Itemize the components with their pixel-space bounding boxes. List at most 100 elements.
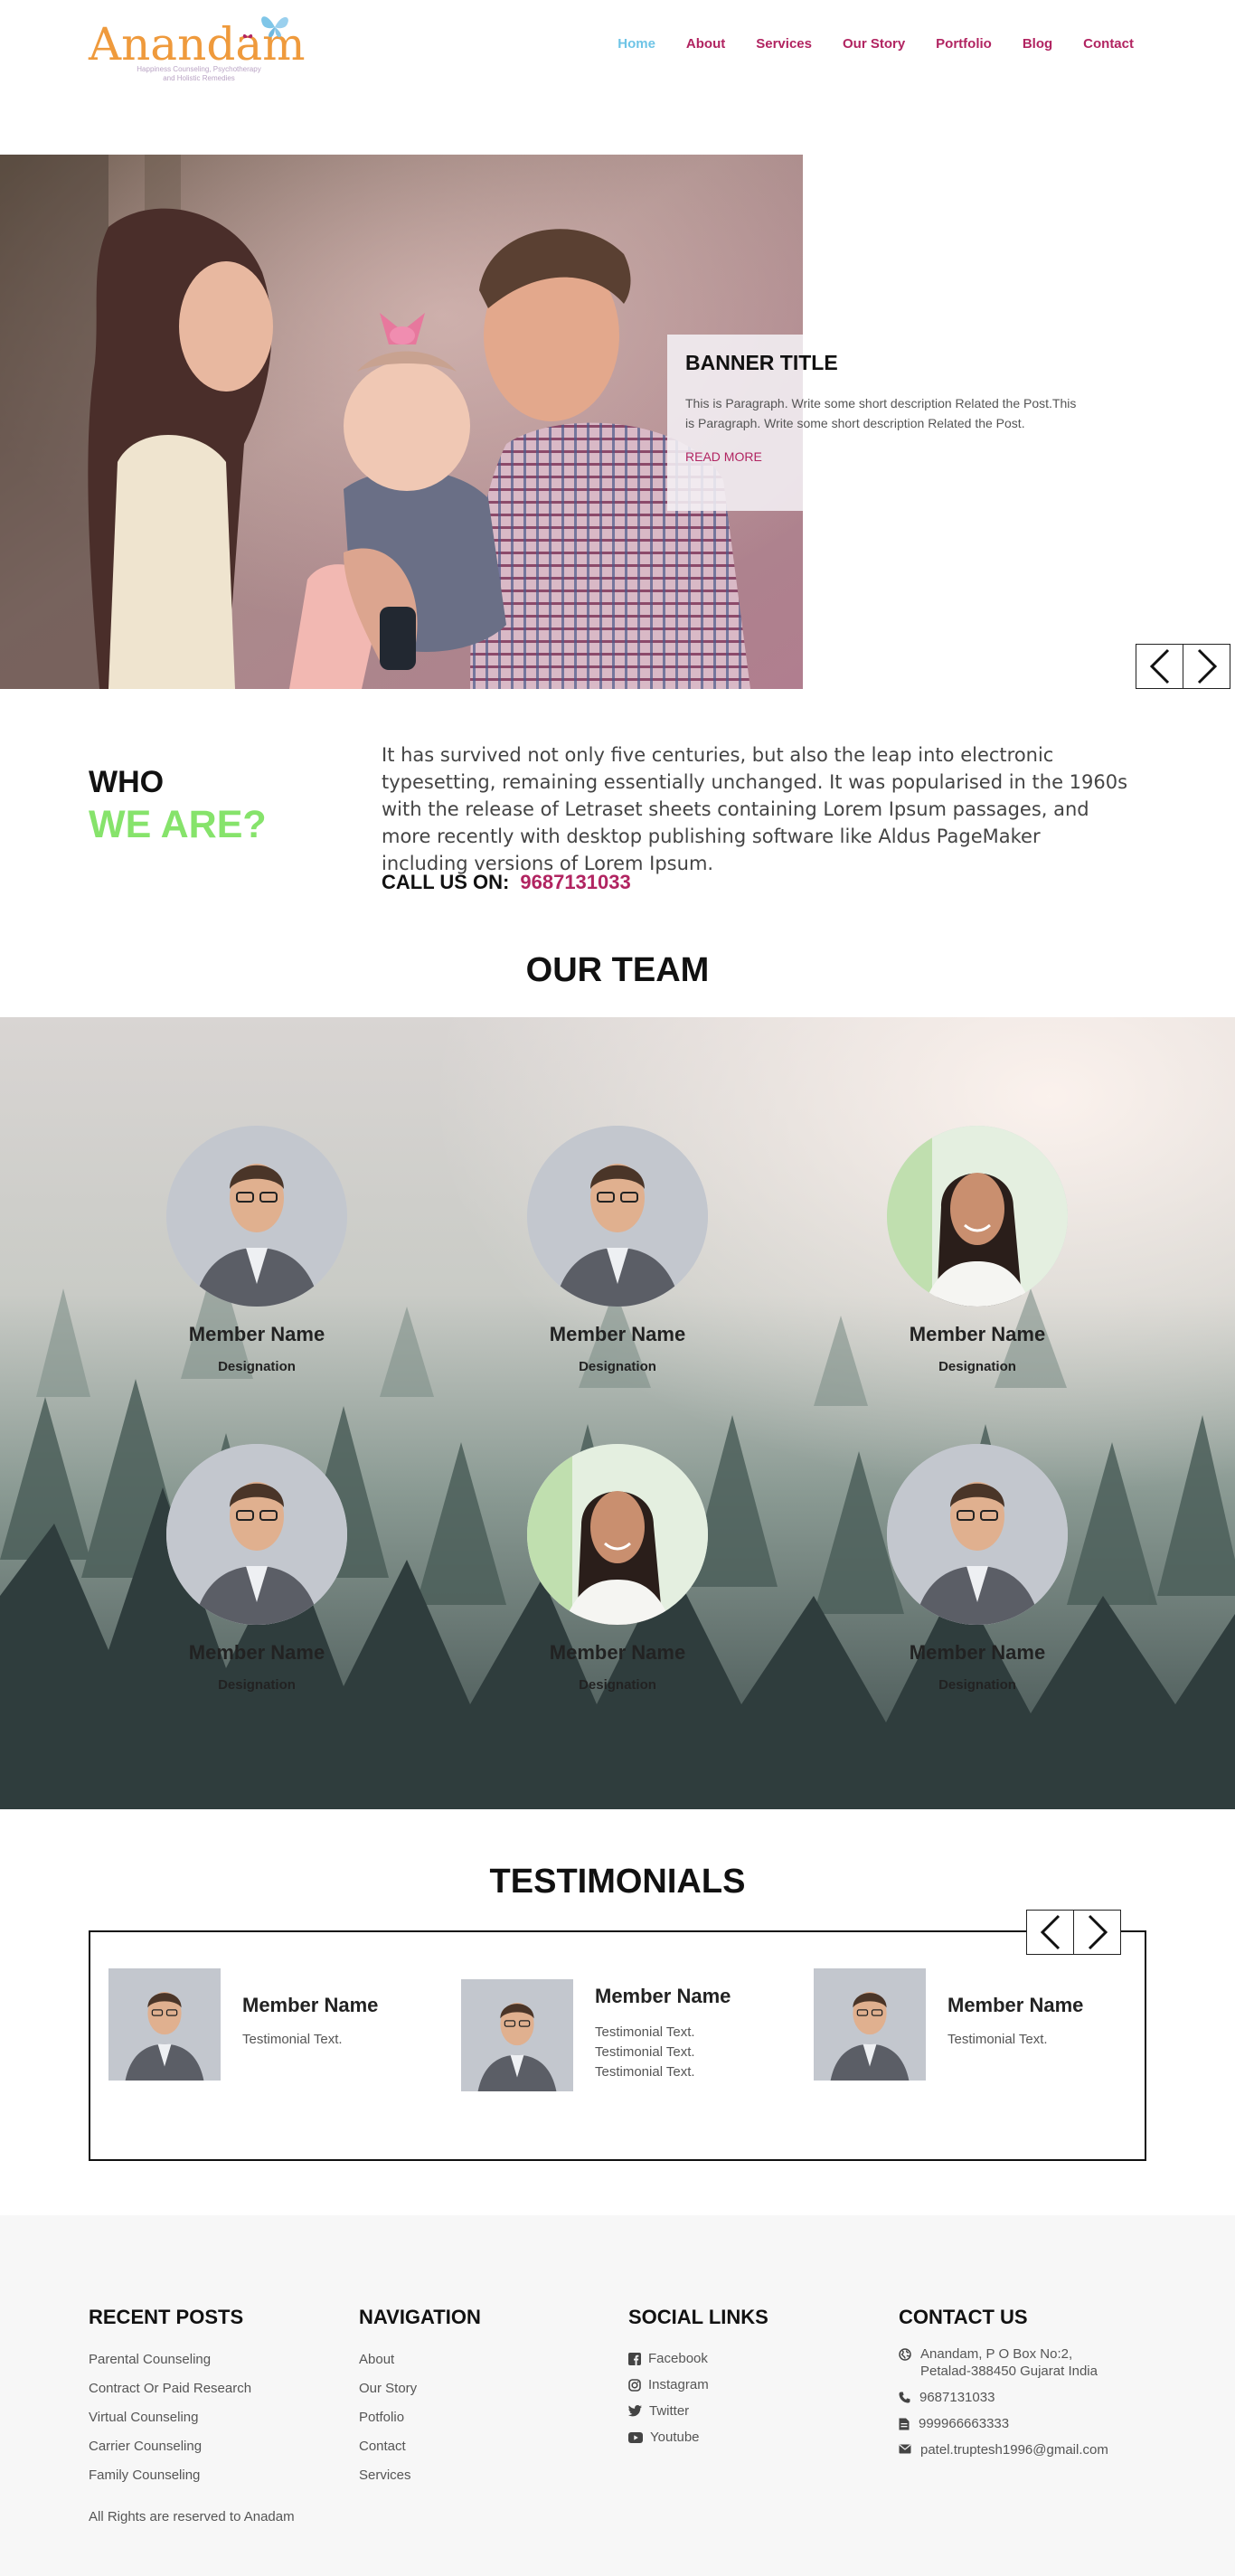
social-link-instagram[interactable]: Instagram: [628, 2372, 891, 2398]
logo-tagline-line-1: Happiness Counseling, Psychotherapy: [137, 65, 261, 73]
hero-prev-button[interactable]: [1136, 644, 1183, 689]
footer-nav-link[interactable]: About: [359, 2345, 621, 2374]
nav-blog[interactable]: Blog: [1023, 36, 1052, 52]
member-photo: [527, 1444, 708, 1625]
contact-title: CONTACT US: [899, 2306, 1028, 2328]
recent-post-link[interactable]: Carrier Counseling: [89, 2432, 351, 2461]
member-photo: [887, 1444, 1068, 1625]
recent-post-link[interactable]: Virtual Counseling: [89, 2403, 351, 2432]
logo[interactable]: Anandam Happiness Counseling, Psychother…: [89, 13, 306, 85]
social-link-youtube[interactable]: Youtube: [628, 2424, 891, 2450]
nav-services[interactable]: Services: [756, 36, 812, 52]
footer-nav-link[interactable]: Contact: [359, 2432, 621, 2461]
hero-banner: BANNER TITLE This is Paragraph. Write so…: [0, 155, 1235, 689]
man-portrait-icon: [108, 1968, 221, 2081]
twitter-icon: [628, 2405, 642, 2417]
contact-email-text: patel.truptesh1996@gmail.com: [920, 2442, 1108, 2458]
team-member-card[interactable]: Member Name Designation: [500, 1444, 735, 1693]
nav-our-story[interactable]: Our Story: [843, 36, 905, 52]
testimonials-next-button[interactable]: [1073, 1910, 1121, 1955]
nav-home[interactable]: Home: [618, 36, 655, 52]
who-we-are-section: WHO WE ARE? It has survived not only fiv…: [0, 732, 1235, 895]
team-member-card[interactable]: Member Name Designation: [500, 1126, 735, 1374]
social-link-facebook[interactable]: Facebook: [628, 2345, 891, 2372]
footer-nav-link[interactable]: Services: [359, 2461, 621, 2490]
woman-portrait-icon: [527, 1444, 708, 1625]
nav-about[interactable]: About: [686, 36, 725, 52]
team-member-card[interactable]: Member Name Designation: [860, 1444, 1095, 1693]
navigation-column: NAVIGATION About Our Story Potfolio Cont…: [359, 2306, 621, 2490]
recent-post-link[interactable]: Contract Or Paid Research: [89, 2374, 351, 2403]
member-name: Member Name: [188, 1323, 325, 1345]
navigation-title: NAVIGATION: [359, 2306, 481, 2328]
who-heading-line-1: WHO: [89, 765, 165, 799]
footer-nav-link[interactable]: Our Story: [359, 2374, 621, 2403]
call-us: CALL US ON: 9687131033: [382, 871, 631, 894]
team-section: Member Name Designation Member Name Desi…: [0, 1017, 1235, 1809]
member-photo: [527, 1126, 708, 1307]
contact-column: CONTACT US Anandam, P O Box No:2, Petala…: [899, 2306, 1108, 2467]
member-designation: Designation: [218, 1677, 296, 1693]
contact-email[interactable]: patel.truptesh1996@gmail.com: [899, 2441, 1108, 2458]
recent-post-link[interactable]: Family Counseling: [89, 2461, 351, 2490]
banner-title: BANNER TITLE: [685, 351, 838, 374]
team-member-card[interactable]: Member Name Designation: [139, 1126, 374, 1374]
member-designation: Designation: [218, 1359, 296, 1374]
nav-portfolio[interactable]: Portfolio: [936, 36, 992, 52]
woman-portrait-icon: [887, 1126, 1068, 1307]
nav-contact[interactable]: Contact: [1083, 36, 1134, 52]
recent-posts-column: RECENT POSTS Parental Counseling Contrac…: [89, 2306, 351, 2490]
testimonials-slider-controls: [1026, 1910, 1121, 1955]
member-photo: [166, 1444, 347, 1625]
testimonials-title: TESTIMONIALS: [489, 1863, 746, 1901]
social-links-column: SOCIAL LINKS Facebook Instagram Twitter …: [628, 2306, 891, 2450]
member-designation: Designation: [938, 1677, 1016, 1693]
read-more-link[interactable]: READ MORE: [685, 449, 762, 464]
contact-address-text: Anandam, P O Box No:2, Petalad-388450 Gu…: [920, 2346, 1098, 2379]
page: Anandam Happiness Counseling, Psychother…: [0, 0, 1235, 2576]
recent-post-link[interactable]: Parental Counseling: [89, 2345, 351, 2374]
testimonial-photo: [814, 1968, 926, 2081]
fax-icon: [899, 2418, 910, 2430]
team-member-card[interactable]: Member Name Designation: [860, 1126, 1095, 1374]
member-designation: Designation: [579, 1677, 656, 1693]
member-name: Member Name: [909, 1323, 1046, 1345]
who-body-text: It has survived not only five centuries,…: [382, 744, 1128, 874]
team-title: OUR TEAM: [525, 951, 710, 989]
instagram-icon: [628, 2378, 641, 2392]
member-name: Member Name: [549, 1641, 686, 1664]
social-link-twitter[interactable]: Twitter: [628, 2398, 891, 2424]
footer-nav-link[interactable]: Potfolio: [359, 2403, 621, 2432]
contact-address: Anandam, P O Box No:2, Petalad-388450 Gu…: [899, 2345, 1098, 2380]
chevron-right-icon: [1088, 1914, 1108, 1950]
phone-icon: [899, 2392, 910, 2403]
contact-phone[interactable]: 9687131033: [899, 2389, 1098, 2406]
testimonial-photo: [461, 1979, 573, 2091]
testimonial-photo: [108, 1968, 221, 2081]
man-portrait-icon: [166, 1444, 347, 1625]
team-member-card[interactable]: Member Name Designation: [139, 1444, 374, 1693]
call-us-label: CALL US ON:: [382, 871, 510, 893]
social-link-label: Twitter: [649, 2403, 690, 2419]
testimonial-text: Testimonial Text.: [947, 2032, 1048, 2047]
member-name: Member Name: [188, 1641, 325, 1664]
hero-next-button[interactable]: [1183, 644, 1230, 689]
testimonial-name: Member Name: [595, 1985, 731, 2007]
call-us-number[interactable]: 9687131033: [520, 871, 630, 894]
contact-phone-text: 9687131033: [919, 2390, 995, 2405]
butterfly-logo-icon: [261, 16, 288, 38]
testimonials-carousel: Member Name Testimonial Text. Member Nam…: [89, 1930, 1146, 2161]
main-nav: Home About Services Our Story Portfolio …: [587, 36, 1134, 52]
chevron-left-icon: [1040, 1914, 1060, 1950]
copyright: All Rights are reserved to Anadam: [89, 2509, 295, 2524]
testimonial-text: Testimonial Text.: [242, 2032, 343, 2047]
small-butterfly-icon: [242, 33, 253, 39]
testimonials-prev-button[interactable]: [1026, 1910, 1074, 1955]
site-footer: RECENT POSTS Parental Counseling Contrac…: [0, 2215, 1235, 2576]
chevron-left-icon: [1149, 648, 1169, 684]
contact-fax[interactable]: 999966663333: [899, 2415, 1098, 2432]
site-header: Anandam Happiness Counseling, Psychother…: [0, 0, 1235, 99]
social-link-label: Facebook: [648, 2351, 708, 2366]
social-links-title: SOCIAL LINKS: [628, 2306, 768, 2328]
man-portrait-icon: [887, 1444, 1068, 1625]
